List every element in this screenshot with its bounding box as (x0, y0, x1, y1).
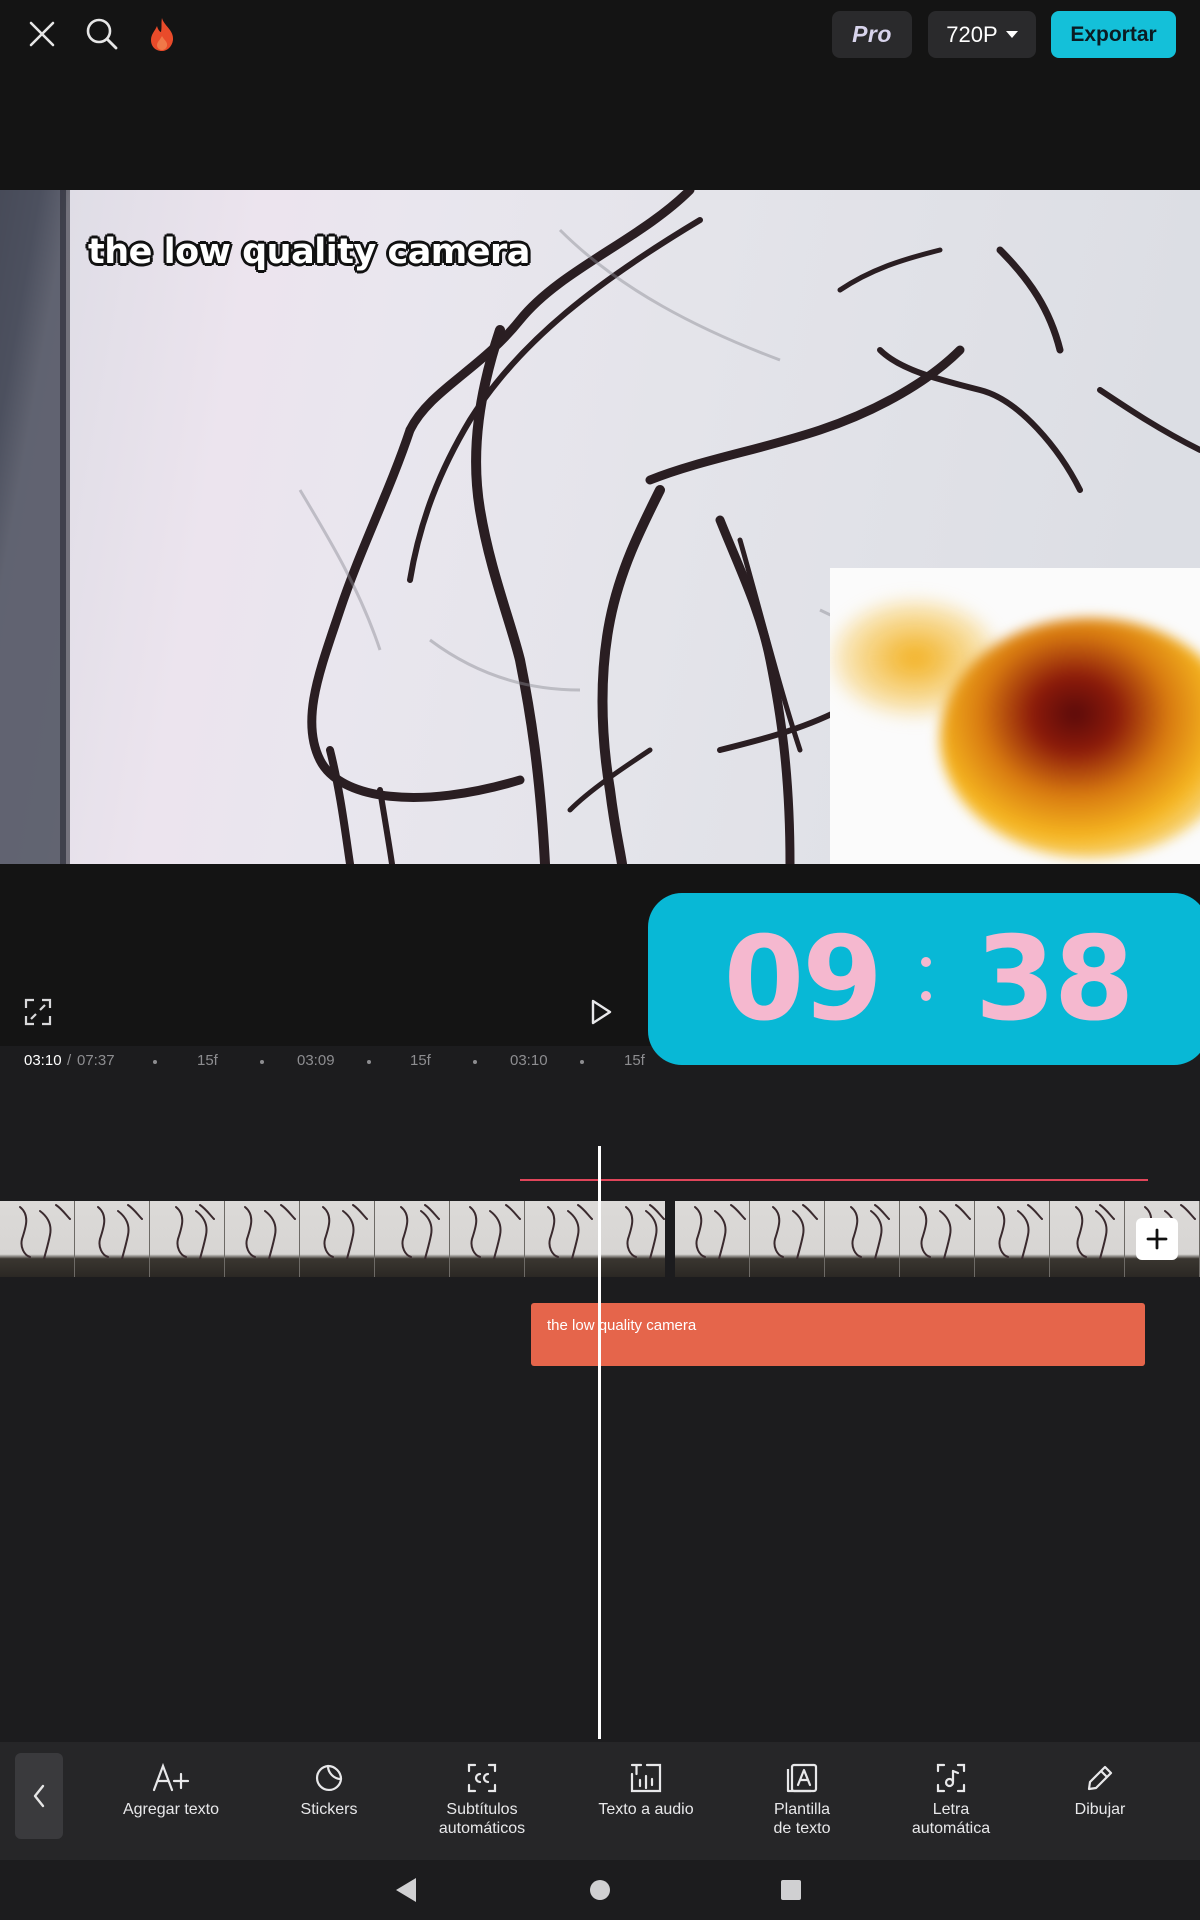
tool-label: Letra automática (911, 1801, 991, 1837)
time-separator: / (67, 1052, 72, 1069)
tool-stickers[interactable]: Stickers (254, 1762, 404, 1819)
add-text-icon (152, 1762, 190, 1792)
bottom-toolbar: Agregar texto Stickers Subtítulos automá… (0, 1742, 1200, 1860)
auto-lyrics-icon (936, 1763, 966, 1793)
tick-dot (580, 1060, 584, 1064)
clip-thumbnail (225, 1201, 300, 1277)
top-bar: Pro 720P Exportar (0, 0, 1200, 190)
tick-dot (367, 1060, 371, 1064)
tool-auto-captions[interactable]: Subtítulos automáticos (407, 1762, 557, 1838)
tool-label: Texto a audio (598, 1801, 694, 1818)
video-preview[interactable]: the low quality camera (0, 190, 1200, 864)
nav-recents-icon[interactable] (780, 1879, 802, 1901)
clip-thumbnail (450, 1201, 525, 1277)
clip-thumbnail (900, 1201, 975, 1277)
tool-text-template[interactable]: Plantilla de texto (727, 1762, 877, 1838)
clip-thumbnail (750, 1201, 825, 1277)
tool-label: Agregar texto (122, 1801, 220, 1818)
clock-separator (921, 957, 931, 1001)
tool-label: Plantilla de texto (773, 1801, 831, 1837)
text-clip-label: the low quality camera (547, 1317, 697, 1334)
audio-marker-line (520, 1179, 1148, 1181)
clip-thumbnail (525, 1201, 600, 1277)
captions-icon (467, 1763, 497, 1793)
tick-dot (153, 1060, 157, 1064)
pro-button[interactable]: Pro (832, 11, 912, 58)
pencil-icon (1087, 1765, 1113, 1791)
clip-thumbnail (150, 1201, 225, 1277)
playhead[interactable] (598, 1146, 601, 1739)
add-clip-button[interactable] (1136, 1218, 1178, 1260)
clip-thumbnail (300, 1201, 375, 1277)
tick-dot (260, 1060, 264, 1064)
tick-label: 15f (197, 1052, 218, 1069)
flame-icon[interactable] (142, 14, 182, 54)
tool-add-text[interactable]: Agregar texto (96, 1762, 246, 1819)
chevron-down-icon (1005, 31, 1018, 38)
total-time: 07:37 (77, 1052, 115, 1069)
tick-label: 15f (410, 1052, 431, 1069)
emoji-sticker[interactable] (830, 568, 1200, 864)
sticker-icon (315, 1764, 343, 1792)
tool-label: Dibujar (1074, 1801, 1126, 1818)
play-icon[interactable] (588, 998, 614, 1026)
text-to-audio-icon (630, 1763, 662, 1793)
tool-auto-lyrics[interactable]: Letra automática (876, 1762, 1026, 1838)
export-button[interactable]: Exportar (1051, 11, 1176, 58)
tick-label: 03:09 (297, 1052, 335, 1069)
nav-home-icon[interactable] (589, 1879, 611, 1901)
text-template-icon (786, 1763, 818, 1793)
clip-thumbnail (600, 1201, 675, 1277)
caption-overlay[interactable]: the low quality camera (88, 232, 530, 272)
tool-label: Stickers (300, 1801, 358, 1818)
search-icon[interactable] (82, 14, 122, 54)
resolution-label: 720P (946, 21, 998, 47)
tick-label: 03:10 (510, 1052, 548, 1069)
nav-back-icon[interactable] (394, 1877, 418, 1903)
current-time: 03:10 (24, 1052, 62, 1069)
clip-thumbnail (375, 1201, 450, 1277)
clock-hours: 09 (723, 911, 883, 1047)
clip-thumbnail (75, 1201, 150, 1277)
system-navigation-bar (0, 1860, 1200, 1920)
time-ruler[interactable]: 03:10 / 07:37 15f 03:09 15f 03:10 15f (0, 1046, 1200, 1076)
clip-thumbnail (1050, 1201, 1125, 1277)
tick-label: 15f (624, 1052, 645, 1069)
close-icon[interactable] (22, 14, 62, 54)
resolution-dropdown[interactable]: 720P (928, 11, 1036, 58)
fullscreen-icon[interactable] (24, 998, 52, 1026)
toolbar-back-button[interactable] (15, 1753, 63, 1839)
tool-label: Subtítulos automáticos (438, 1801, 526, 1837)
tool-text-to-audio[interactable]: Texto a audio (571, 1762, 721, 1819)
clock-minutes: 38 (975, 911, 1134, 1047)
clip-thumbnail (825, 1201, 900, 1277)
clip-thumbnail (975, 1201, 1050, 1277)
clip-thumbnail (0, 1201, 75, 1277)
text-clip[interactable]: the low quality camera (531, 1303, 1145, 1366)
tick-dot (473, 1060, 477, 1064)
clock-overlay: 09 38 (648, 893, 1200, 1065)
clip-thumbnail (675, 1201, 750, 1277)
tool-draw[interactable]: Dibujar (1025, 1762, 1175, 1819)
